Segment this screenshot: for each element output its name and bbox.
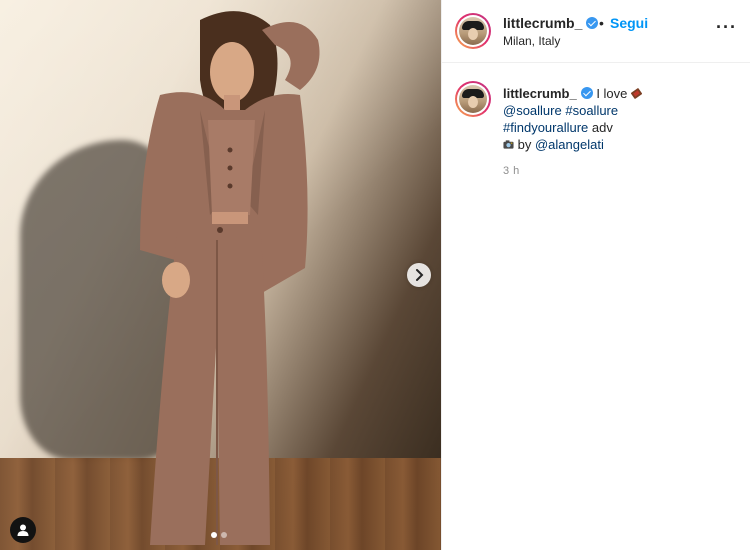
chocolate-bar-emoji	[631, 88, 643, 99]
post-photo[interactable]	[0, 0, 441, 550]
next-photo-button[interactable]	[407, 263, 431, 287]
post-header: littlecrumb_ • Segui Milan, Italy ···	[442, 0, 750, 63]
verified-badge-icon	[586, 17, 599, 29]
post-side-panel: littlecrumb_ • Segui Milan, Italy ··· li…	[441, 0, 750, 550]
mention-alangelati[interactable]: @alangelati	[535, 137, 604, 152]
author-username-link[interactable]: littlecrumb_	[503, 15, 599, 31]
hashtag-soallure[interactable]: #soallure	[565, 103, 618, 118]
post-timestamp[interactable]: 3 h	[503, 165, 520, 177]
carousel-indicator	[211, 532, 227, 538]
user-tag-button[interactable]	[10, 517, 36, 543]
header-separator: •	[599, 15, 604, 31]
caption-author-avatar[interactable]	[455, 81, 491, 117]
follow-button[interactable]: Segui	[610, 15, 648, 31]
caption-by: by	[517, 137, 532, 152]
author-username[interactable]: littlecrumb_	[503, 15, 582, 31]
user-tag-icon	[17, 524, 29, 536]
location-link[interactable]: Milan, Italy	[503, 34, 560, 48]
caption-text: littlecrumb_ I love @soallure #soallure …	[503, 85, 733, 153]
carousel-dot-active	[211, 532, 217, 538]
model-figure	[140, 11, 320, 545]
chevron-right-icon	[416, 269, 424, 281]
caption-verified-badge-icon	[580, 87, 593, 99]
camera-emoji	[503, 140, 514, 149]
author-avatar[interactable]	[455, 13, 491, 49]
mention-soallure[interactable]: @soallure	[503, 103, 562, 118]
caption-adv: adv	[591, 120, 613, 135]
hashtag-findyourallure[interactable]: #findyourallure	[503, 120, 588, 135]
caption-username[interactable]: littlecrumb_	[503, 86, 577, 101]
more-options-icon[interactable]: ···	[716, 18, 736, 38]
caption-line1: I love	[596, 86, 628, 101]
carousel-dot	[221, 532, 227, 538]
